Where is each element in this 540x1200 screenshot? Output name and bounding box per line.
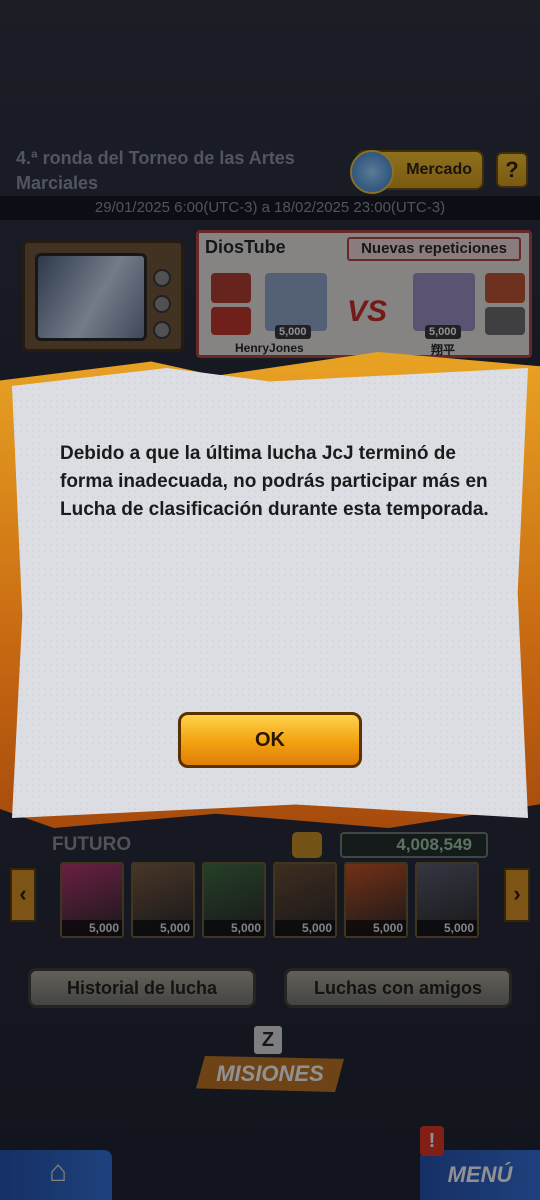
- ok-button[interactable]: OK: [178, 712, 362, 768]
- modal-message: Debido a que la última lucha JcJ terminó…: [60, 443, 489, 520]
